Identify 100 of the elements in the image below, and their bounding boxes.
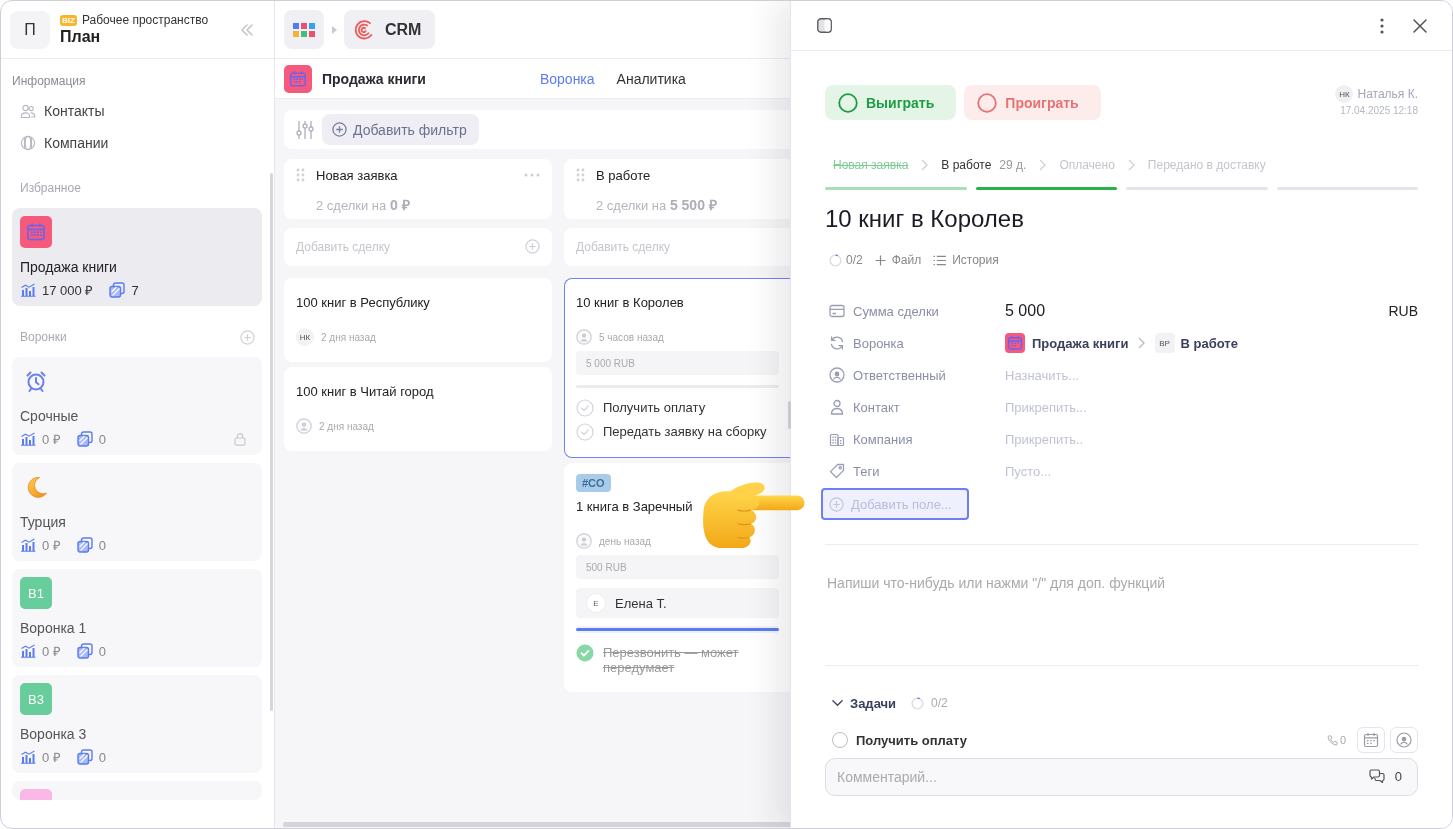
time-ago: 2 дня назад bbox=[321, 331, 376, 343]
currency-label[interactable]: RUB bbox=[1388, 303, 1418, 319]
task-label: Перезвонить — может передумает bbox=[603, 644, 740, 675]
author-name: Наталья К. bbox=[1357, 87, 1418, 101]
funnel-card[interactable]: Срочные 0 ₽ 0 bbox=[12, 357, 262, 455]
history-button[interactable]: История bbox=[933, 253, 999, 267]
task-count: 0/2 bbox=[931, 696, 948, 710]
field-input[interactable]: Назначить... bbox=[1005, 367, 1225, 383]
attach-file-button[interactable]: Файл bbox=[874, 253, 922, 267]
plus-circle-icon[interactable] bbox=[525, 239, 540, 254]
stage-name[interactable]: В работе bbox=[1180, 335, 1238, 351]
task-count: 0/2 bbox=[846, 253, 863, 267]
contact-chip[interactable]: Е Елена Т. bbox=[576, 588, 779, 618]
field-input[interactable]: Прикрепить... bbox=[1005, 399, 1225, 415]
spiral-logo-icon bbox=[353, 18, 375, 41]
field-label: Контакт bbox=[853, 399, 900, 415]
stage-duration: 29 д. bbox=[999, 158, 1027, 172]
drag-handle-icon[interactable] bbox=[296, 168, 305, 182]
avatar: НК bbox=[1335, 85, 1354, 103]
due-date-button[interactable] bbox=[1357, 727, 1385, 753]
section-title: Информация bbox=[12, 73, 87, 90]
deal-amount: 500 RUB bbox=[576, 555, 779, 579]
stage-tab[interactable]: В работе bbox=[941, 158, 992, 172]
section-title: Избранное bbox=[19, 180, 82, 197]
check-circle-icon[interactable] bbox=[576, 399, 594, 417]
deal-title: 10 книг в Королев bbox=[825, 204, 1025, 234]
check-circle-icon[interactable] bbox=[576, 644, 594, 662]
person-icon bbox=[829, 399, 845, 415]
user-circle-icon bbox=[829, 367, 845, 383]
field-input[interactable]: Пусто... bbox=[1005, 463, 1225, 479]
nav-item[interactable]: Компании bbox=[12, 127, 263, 159]
deal-card[interactable]: 100 книг в Читай город 2 дня назад bbox=[284, 367, 552, 451]
note-editor[interactable]: Напиши что-нибудь или нажми "/" для доп. функций bbox=[825, 571, 1418, 595]
stack-icon bbox=[109, 282, 126, 298]
refresh-icon bbox=[829, 335, 845, 351]
close-icon[interactable] bbox=[1413, 18, 1427, 33]
funnel-card[interactable]: В1 Воронка 1 0 ₽ 0 bbox=[12, 569, 262, 667]
call-count: 0 bbox=[1339, 734, 1346, 746]
add-deal-input[interactable]: Добавить сделку bbox=[284, 228, 552, 266]
plus-icon bbox=[874, 254, 886, 266]
field-label: Компания bbox=[853, 431, 913, 447]
stack-icon bbox=[76, 537, 93, 553]
scrollbar[interactable] bbox=[283, 822, 790, 827]
breadcrumb-arrow-icon bbox=[332, 25, 337, 34]
check-circle-icon[interactable] bbox=[576, 423, 594, 441]
panel-toggle-icon[interactable] bbox=[817, 18, 832, 33]
add-filter-button[interactable]: Добавить фильтр bbox=[322, 114, 479, 145]
deal-card[interactable]: 10 книг в Королев 5 часов назад 5 000 RUB Получить оплату Передать заявку на сборку bbox=[564, 278, 790, 458]
calendar-icon bbox=[1363, 732, 1379, 748]
collapse-icon[interactable] bbox=[240, 23, 254, 36]
nav-item[interactable]: Контакты bbox=[12, 95, 263, 127]
plus-circle-icon bbox=[829, 496, 844, 512]
field-input[interactable]: Прикрепить.. bbox=[1005, 431, 1225, 447]
column-summary: 2 сделки на 0 ₽ bbox=[315, 197, 411, 214]
chevron-down-icon[interactable] bbox=[832, 699, 843, 707]
plus-circle-icon[interactable] bbox=[240, 329, 255, 345]
apps-button[interactable] bbox=[284, 10, 324, 49]
column-title: В работе bbox=[596, 167, 651, 183]
column-summary: 2 сделки на 5 500 ₽ bbox=[595, 197, 718, 214]
deal-card[interactable]: #CO 1 книга в Заречный день назад 500 RUB Е Елена Т. Перезвонить — может передумает bbox=[564, 463, 790, 692]
comments-icon bbox=[1368, 769, 1385, 784]
add-deal-input[interactable]: Добавить сделку bbox=[564, 228, 790, 266]
resize-handle[interactable] bbox=[788, 401, 791, 429]
stack-icon bbox=[76, 431, 93, 447]
column-title: Новая заявка bbox=[316, 167, 398, 183]
view-tab[interactable]: Аналитика bbox=[616, 70, 686, 87]
user-avatar-icon bbox=[576, 329, 592, 345]
crm-button[interactable]: CRM bbox=[344, 10, 436, 49]
workspace-name[interactable]: План bbox=[60, 28, 209, 46]
view-tab[interactable]: Воронка bbox=[539, 70, 595, 87]
field-label: Воронка bbox=[853, 335, 904, 351]
board-title: Продажа книги bbox=[322, 70, 426, 87]
workspace-label: Рабочее пространство bbox=[81, 13, 209, 27]
field-label: Ответственный bbox=[853, 367, 946, 383]
funnel-name: Воронка 1 bbox=[20, 619, 88, 637]
deal-count: 0 bbox=[98, 537, 107, 553]
funnel-name: Продажа книги bbox=[20, 258, 118, 276]
sliders-icon[interactable] bbox=[295, 118, 315, 141]
funnel-card[interactable]: Продажа книги 17 000 ₽ 7 bbox=[12, 208, 262, 306]
funnel-card[interactable]: Турция 0 ₽ 0 bbox=[12, 463, 262, 561]
workspace-avatar[interactable]: П bbox=[10, 10, 50, 49]
funnel-avatar: В1 bbox=[20, 577, 52, 609]
contact-name: Елена Т. bbox=[615, 595, 667, 611]
funnel-amount: 0 ₽ bbox=[42, 749, 61, 766]
amount-value[interactable]: 5 000 bbox=[1005, 302, 1046, 320]
circle-icon bbox=[977, 92, 998, 113]
deal-title: 100 книг в Республику bbox=[296, 295, 430, 311]
chevron-right-icon bbox=[921, 159, 929, 171]
deal-card[interactable]: 100 книг в Республику НК 2 дня назад bbox=[284, 278, 552, 362]
section-title[interactable]: Задачи bbox=[850, 695, 897, 711]
funnel-link[interactable]: Продажа книги bbox=[1032, 335, 1129, 351]
funnel-card[interactable]: В3 Воронка 3 0 ₽ 0 bbox=[12, 675, 262, 773]
phone-icon bbox=[1326, 734, 1338, 746]
more-icon[interactable] bbox=[1380, 17, 1384, 34]
chevron-right-icon bbox=[1137, 337, 1145, 349]
drag-handle-icon[interactable] bbox=[576, 168, 585, 182]
assign-button[interactable] bbox=[1390, 727, 1418, 753]
funnel-card[interactable] bbox=[12, 781, 262, 800]
avatar: ВР bbox=[1154, 333, 1175, 353]
chevron-right-icon bbox=[1039, 159, 1047, 171]
